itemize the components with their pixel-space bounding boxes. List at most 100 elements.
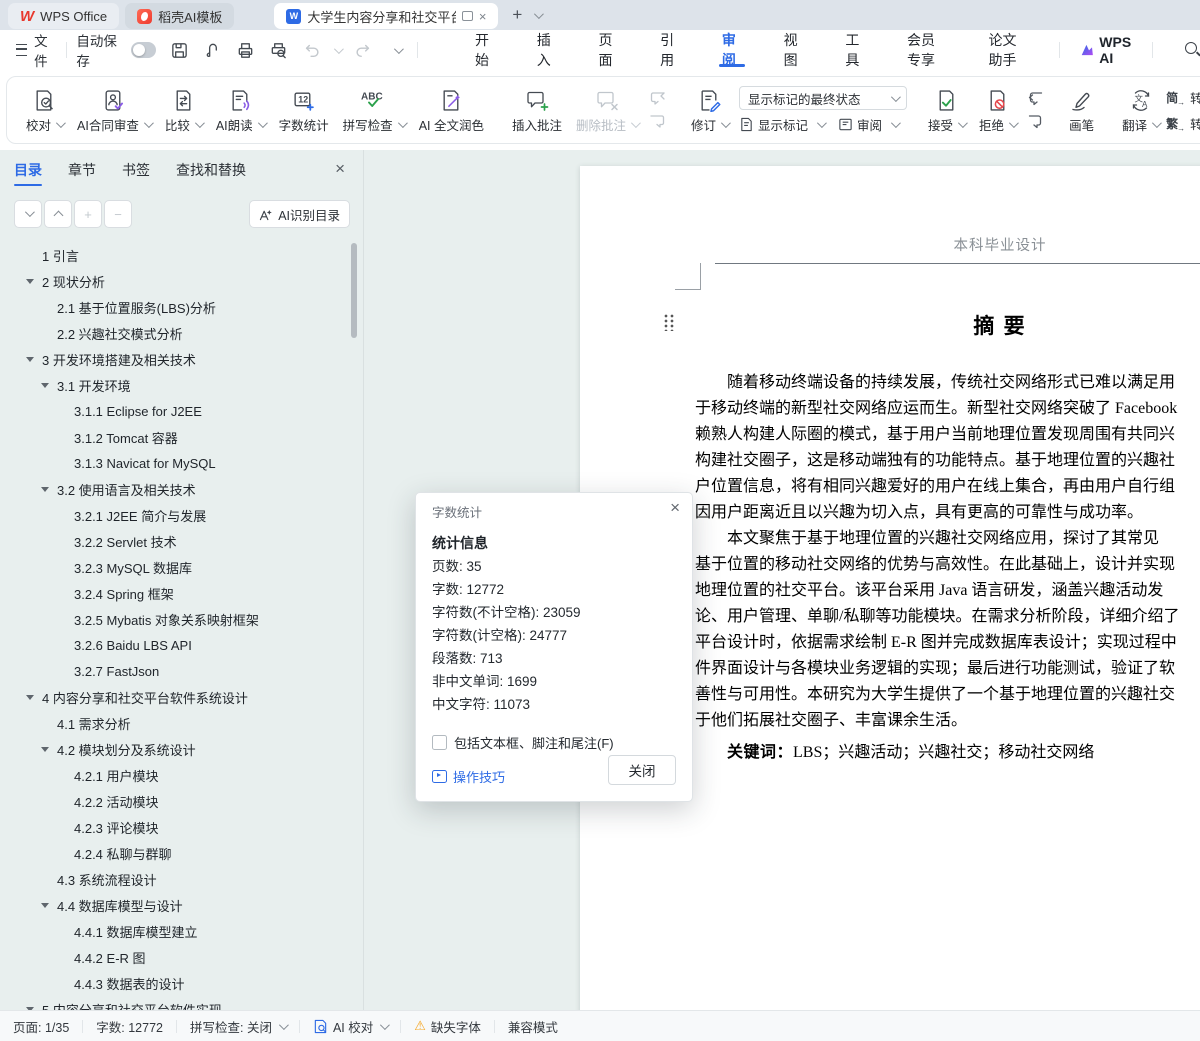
sidebar-scrollbar[interactable]: [351, 243, 357, 338]
dialog-close-button[interactable]: 关闭: [608, 755, 676, 785]
undo-chevron-icon[interactable]: [334, 44, 344, 54]
compatibility-mode-indicator[interactable]: 兼容模式: [495, 1017, 571, 1036]
outline-item[interactable]: 3.2.2 Servlet 技术: [0, 528, 350, 554]
ribbon-tab-home[interactable]: 开始: [454, 30, 516, 70]
outline-item[interactable]: 5 内容分享和社交平台软件实现: [0, 996, 350, 1010]
word-count-button[interactable]: 12 字数统计: [272, 82, 336, 138]
outline-item[interactable]: 4.4.1 数据库模型建立: [0, 918, 350, 944]
outline-item[interactable]: 3.1 开发环境: [0, 372, 350, 398]
outline-item[interactable]: 3.2.3 MySQL 数据库: [0, 554, 350, 580]
reject-button[interactable]: 拒绝: [972, 82, 1023, 138]
collapse-arrow-icon[interactable]: [41, 383, 57, 388]
outline-item[interactable]: 4.2.4 私聊与群聊: [0, 840, 350, 866]
export-icon[interactable]: [203, 41, 222, 60]
outline-item[interactable]: 4.2 模块划分及系统设计: [0, 736, 350, 762]
outline-item[interactable]: 3.2.1 J2EE 简介与发展: [0, 502, 350, 528]
outline-item[interactable]: 2 现状分析: [0, 268, 350, 294]
traditional-to-simplified-button[interactable]: 繁→ 转简: [1166, 114, 1200, 133]
proofread-button[interactable]: 校对: [19, 82, 70, 138]
page-indicator[interactable]: 页面: 1/35: [0, 1017, 82, 1036]
outline-promote-button[interactable]: +: [74, 200, 102, 228]
outline-item[interactable]: 3.1.1 Eclipse for J2EE: [0, 398, 350, 424]
ink-button[interactable]: 画笔: [1062, 82, 1101, 138]
collapse-arrow-icon[interactable]: [41, 487, 57, 492]
collapse-arrow-icon[interactable]: [26, 695, 42, 700]
save-icon[interactable]: [170, 41, 189, 60]
tab-docer-templates[interactable]: 稻壳AI模板: [125, 3, 234, 29]
outline-item[interactable]: 1 引言: [0, 242, 350, 268]
ai-polish-button[interactable]: AI 全文润色: [412, 82, 491, 138]
sidebar-tab-outline[interactable]: 目录: [14, 150, 42, 190]
collapse-arrow-icon[interactable]: [41, 903, 57, 908]
ribbon-tab-page[interactable]: 页面: [577, 30, 639, 70]
outline-item[interactable]: 4.2.3 评论模块: [0, 814, 350, 840]
track-changes-button[interactable]: 修订: [684, 82, 735, 138]
next-comment-icon[interactable]: [649, 114, 666, 129]
review-pane-button[interactable]: 审阅: [838, 115, 898, 134]
outline-item[interactable]: 4.2.1 用户模块: [0, 762, 350, 788]
print-icon[interactable]: [236, 41, 255, 60]
search-icon[interactable]: [1184, 41, 1200, 59]
spell-check-indicator[interactable]: 拼写检查: 关闭: [177, 1017, 299, 1036]
tab-current-document[interactable]: W 大学生内容分享和社交平台的 ×: [274, 3, 498, 29]
collapse-arrow-icon[interactable]: [41, 747, 57, 752]
outline-item[interactable]: 3 开发环境搭建及相关技术: [0, 346, 350, 372]
ribbon-tab-tools[interactable]: 工具: [824, 30, 886, 70]
outline-item[interactable]: 3.2.7 FastJson: [0, 658, 350, 684]
outline-item[interactable]: 4.2.2 活动模块: [0, 788, 350, 814]
previous-change-icon[interactable]: [1027, 91, 1044, 106]
outline-collapse-all-button[interactable]: [44, 200, 72, 228]
collapse-arrow-icon[interactable]: [26, 357, 42, 362]
ribbon-tab-view[interactable]: 视图: [763, 30, 825, 70]
outline-item[interactable]: 4.4 数据库模型与设计: [0, 892, 350, 918]
accept-button[interactable]: 接受: [921, 82, 972, 138]
dialog-close-icon[interactable]: ×: [670, 498, 680, 518]
outline-item[interactable]: 3.2.5 Mybatis 对象关系映射框架: [0, 606, 350, 632]
outline-item[interactable]: 3.2.4 Spring 框架: [0, 580, 350, 606]
collapse-arrow-icon[interactable]: [26, 279, 42, 284]
undo-icon[interactable]: [302, 41, 322, 59]
file-menu[interactable]: 文件: [0, 30, 56, 70]
outline-item[interactable]: 4.4.2 E-R 图: [0, 944, 350, 970]
ai-contract-review-button[interactable]: AI合同审查: [70, 82, 158, 138]
redo-icon[interactable]: [353, 41, 373, 59]
ai-proofread-indicator[interactable]: AI 校对: [300, 1017, 400, 1036]
compare-button[interactable]: 比较: [158, 82, 209, 138]
sidebar-tab-find-replace[interactable]: 查找和替换: [176, 150, 246, 190]
include-textbox-checkbox-row[interactable]: 包括文本框、脚注和尾注(F): [432, 733, 614, 752]
quickbar-chevron-icon[interactable]: [394, 44, 404, 54]
outline-item[interactable]: 4 内容分享和社交平台软件系统设计: [0, 684, 350, 710]
close-tab-icon[interactable]: ×: [479, 9, 487, 24]
outline-demote-button[interactable]: −: [104, 200, 132, 228]
tab-wps-office[interactable]: W WPS Office: [8, 3, 119, 29]
outline-item[interactable]: 2.2 兴趣社交模式分析: [0, 320, 350, 346]
previous-comment-icon[interactable]: [649, 91, 666, 106]
outline-item[interactable]: 4.3 系统流程设计: [0, 866, 350, 892]
sidebar-close-icon[interactable]: ×: [335, 160, 345, 177]
outline-item[interactable]: 3.2 使用语言及相关技术: [0, 476, 350, 502]
ai-recognize-outline-button[interactable]: AI识别目录: [249, 200, 350, 228]
ribbon-tab-member[interactable]: 会员专享: [886, 30, 967, 70]
autosave-toggle[interactable]: [131, 42, 157, 58]
sidebar-tab-chapters[interactable]: 章节: [68, 150, 96, 190]
tab-list-chevron-icon[interactable]: [534, 9, 544, 19]
checkbox-icon[interactable]: [432, 735, 447, 750]
word-count-indicator[interactable]: 字数: 12772: [83, 1017, 176, 1036]
outline-item[interactable]: 3.1.2 Tomcat 容器: [0, 424, 350, 450]
delete-comment-button[interactable]: 删除批注: [569, 82, 645, 138]
show-markup-button[interactable]: 显示标记: [739, 115, 824, 134]
sidebar-tab-bookmarks[interactable]: 书签: [122, 150, 150, 190]
missing-font-warning[interactable]: ⚠缺失字体: [401, 1017, 494, 1036]
popup-window-icon[interactable]: [462, 9, 473, 24]
insert-comment-button[interactable]: 插入批注: [505, 82, 569, 138]
simplified-to-traditional-button[interactable]: 简→ 转繁: [1166, 88, 1200, 107]
tips-link[interactable]: 操作技巧: [432, 767, 505, 786]
ribbon-tab-thesis-helper[interactable]: 论文助手: [967, 30, 1048, 70]
ai-read-aloud-button[interactable]: AI朗读: [209, 82, 272, 138]
outline-item[interactable]: 3.2.6 Baidu LBS API: [0, 632, 350, 658]
new-tab-button[interactable]: +: [512, 5, 522, 25]
autosave-control[interactable]: 自动保存: [76, 30, 156, 70]
markup-state-dropdown[interactable]: 显示标记的最终状态: [739, 86, 907, 110]
ribbon-tab-references[interactable]: 引用: [639, 30, 701, 70]
outline-item[interactable]: 4.4.3 数据表的设计: [0, 970, 350, 996]
